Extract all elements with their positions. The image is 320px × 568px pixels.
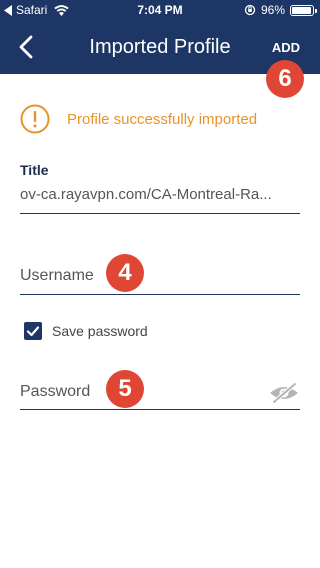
- title-label: Title: [20, 162, 49, 178]
- notice-text: Profile successfully imported: [67, 110, 258, 128]
- step-badge-password: 5: [106, 370, 144, 408]
- username-input[interactable]: [20, 261, 300, 291]
- step-badge-add: 6: [266, 60, 304, 98]
- checkmark-icon: [26, 326, 40, 337]
- nav-bar: Safari 7:04 PM 96% Imported Profile ADD: [0, 0, 320, 74]
- username-field-wrapper: [20, 261, 300, 291]
- save-password-label: Save password: [52, 323, 148, 339]
- battery-icon: [290, 4, 317, 16]
- info-icon: [20, 104, 50, 134]
- save-password-checkbox[interactable]: [24, 322, 42, 340]
- password-underline: [20, 409, 300, 410]
- battery-nub: [315, 8, 317, 13]
- status-right: 96%: [244, 3, 317, 17]
- step-badge-username: 4: [106, 254, 144, 292]
- save-password-toggle[interactable]: Save password: [24, 322, 148, 340]
- title-field[interactable]: ov-ca.rayavpn.com/CA-Montreal-Ra...: [20, 186, 300, 203]
- username-underline: [20, 294, 300, 295]
- eye-slash-icon[interactable]: [268, 381, 300, 405]
- orientation-lock-icon: [244, 4, 256, 16]
- status-bar: Safari 7:04 PM 96%: [0, 0, 320, 20]
- battery-percent: 96%: [260, 3, 285, 17]
- import-success-notice: Profile successfully imported: [20, 104, 257, 134]
- title-underline: [20, 213, 300, 214]
- battery-fill: [292, 6, 312, 14]
- add-button[interactable]: ADD: [272, 40, 300, 55]
